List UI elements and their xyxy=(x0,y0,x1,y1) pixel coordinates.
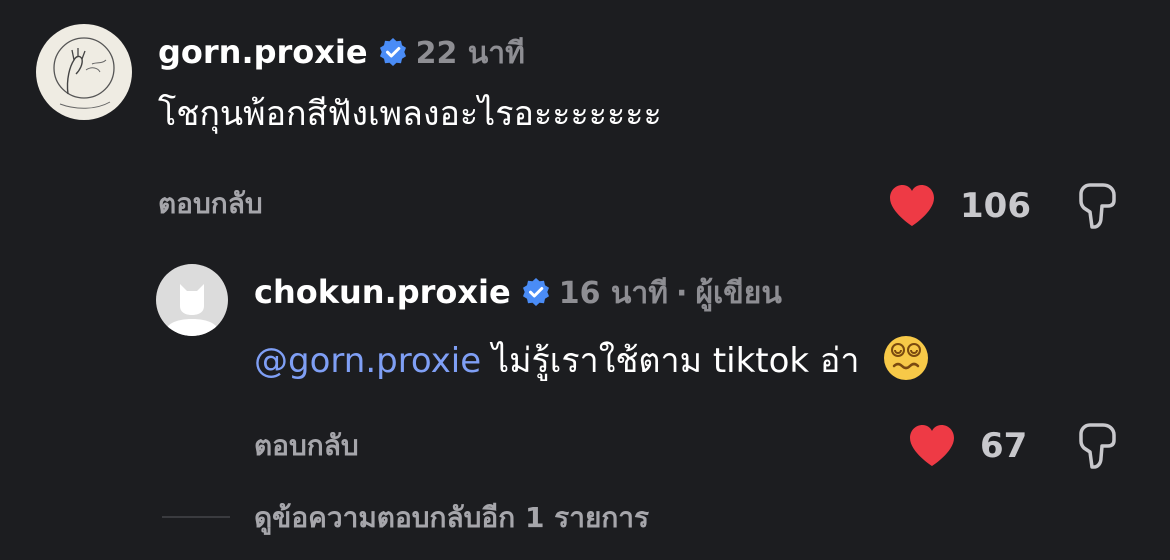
author-badge: ผู้เขียน xyxy=(695,276,782,311)
comment-time: 16 นาที xyxy=(558,276,669,311)
separator: · xyxy=(676,276,688,311)
username[interactable]: gorn.proxie xyxy=(158,33,368,71)
comment-text: @gorn.proxie ไม่รู้เราใช้ตาม tiktok อ่า xyxy=(254,334,930,385)
default-cat-avatar-icon xyxy=(164,284,220,336)
comment: gorn.proxie 22 นาที โชกุนพ้อกสีฟังเพลงอะไ… xyxy=(0,0,1170,240)
username[interactable]: chokun.proxie xyxy=(254,273,511,311)
comment-time: 22 นาที xyxy=(415,36,525,71)
avatar[interactable] xyxy=(156,264,228,336)
reply-button[interactable]: ตอบกลับ xyxy=(158,184,263,224)
like-count: 106 xyxy=(960,186,1031,226)
comment-header: gorn.proxie 22 นาที xyxy=(158,32,525,74)
like-count: 67 xyxy=(980,426,1028,466)
divider-line xyxy=(162,516,230,518)
like-button[interactable] xyxy=(908,424,956,468)
thumbs-down-icon xyxy=(1079,423,1116,469)
dizzy-face-emoji-icon xyxy=(882,334,930,382)
verified-badge-icon xyxy=(378,36,408,66)
view-more-replies-button[interactable]: ดูข้อความตอบกลับอีก 1 รายการ xyxy=(254,498,649,538)
comment-text: โชกุนพ้อกสีฟังเพลงอะไรอะะะะะะะ xyxy=(158,94,662,134)
sketch-avatar-icon xyxy=(53,37,115,109)
thumbs-down-icon xyxy=(1079,183,1116,229)
heart-icon xyxy=(910,425,954,466)
avatar[interactable] xyxy=(36,24,132,120)
dislike-button[interactable] xyxy=(1076,422,1120,470)
comment-body: ไม่รู้เราใช้ตาม tiktok อ่า xyxy=(481,341,860,381)
verified-badge-icon xyxy=(521,276,551,306)
dislike-button[interactable] xyxy=(1076,182,1120,230)
heart-icon xyxy=(890,185,934,226)
mention-link[interactable]: @gorn.proxie xyxy=(254,341,481,381)
reply-button[interactable]: ตอบกลับ xyxy=(254,426,359,466)
comment-header: chokun.proxie 16 นาที · ผู้เขียน xyxy=(254,272,782,314)
reply-comment: chokun.proxie 16 นาที · ผู้เขียน @gorn.prox… xyxy=(0,250,1170,480)
like-button[interactable] xyxy=(888,184,936,228)
